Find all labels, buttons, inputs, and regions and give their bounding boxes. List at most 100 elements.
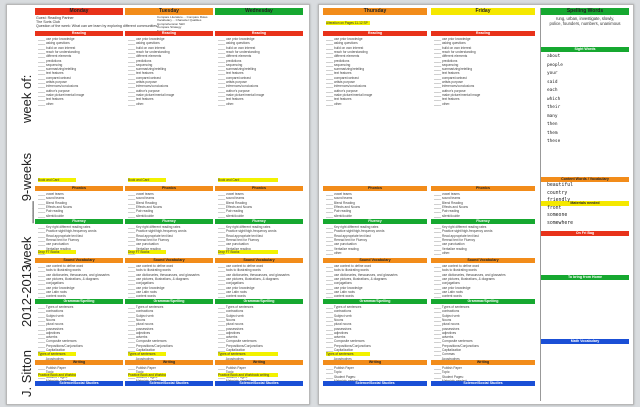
content-word: somewhere — [547, 220, 573, 226]
section-header: Sound Vocabulary — [125, 258, 213, 263]
highlighted-note: Types of sentences — [326, 352, 370, 356]
section-header: Science/Social Studies — [215, 381, 303, 386]
spelling-line-2: police, founders, numbers, unanimous — [549, 21, 621, 26]
section-header: Grammar/Spelling — [125, 299, 213, 304]
nine-weeks-label: ___9-weeks — [19, 152, 34, 223]
checklist-item: ____ other: — [38, 101, 55, 106]
checklist-item: ____ silent/double — [38, 213, 64, 218]
checklist-item: ____ other: — [128, 101, 145, 106]
vertical-title-strip: J. Sitton 2012-2013 week ___9-weeks week… — [7, 5, 34, 404]
checklist-item: ____ silent/double — [326, 213, 352, 218]
highlighted-note: Practice Book and Workbook writing — [128, 373, 166, 377]
checklist-item: ____ content words — [326, 294, 354, 299]
sidebar-section-header: On Fri Bag — [541, 231, 629, 236]
checklist-item: ____ other: — [326, 250, 343, 255]
sidebar-section-header: Sight Words — [541, 47, 629, 52]
sight-word: about — [547, 54, 561, 59]
sight-word: which — [547, 96, 561, 102]
section-header: Fluency — [125, 219, 213, 224]
content-word: beautiful — [547, 183, 573, 188]
content-word: front — [547, 205, 562, 211]
day-header-tuesday: Tuesday — [125, 8, 213, 15]
section-header: Grammar/Spelling — [431, 299, 535, 304]
sight-word: people — [547, 62, 563, 68]
highlighted-note: Drop FT Books — [128, 250, 166, 254]
checklist-item: ____ content words — [434, 294, 462, 299]
section-header: Science/Social Studies — [323, 381, 427, 386]
sight-word: your — [547, 71, 558, 76]
section-header: Writing — [125, 360, 213, 365]
section-header: Reading — [215, 31, 303, 36]
sight-word: them — [547, 130, 558, 136]
section-header: Grammar/Spelling — [323, 299, 427, 304]
right-planner-page: Thursday Friday Reading ____ use prior know… — [318, 4, 634, 405]
section-header: Reading — [35, 31, 123, 36]
day-header-wednesday: Wednesday — [215, 8, 303, 15]
section-header: Phonics — [125, 186, 213, 191]
section-header: Phonics — [215, 186, 303, 191]
section-header: Sound Vocabulary — [431, 258, 535, 263]
sidebar-section-header: Content Words / Vocabulary — [541, 177, 629, 182]
highlighted-note: Drop FT Books — [38, 250, 76, 254]
highlighted-note: Book and Card — [218, 178, 278, 182]
checklist-item: ____ content words — [128, 294, 156, 299]
checklist-item: ____ other: — [326, 101, 343, 106]
sight-word: their — [547, 105, 561, 110]
section-header: Fluency — [35, 219, 123, 224]
checklist-item: ____ silent/double — [218, 213, 244, 218]
section-header: Reading — [431, 31, 535, 36]
sight-word: said — [547, 79, 558, 85]
week-of-label: week of: — [19, 74, 34, 123]
highlighted-note: Practice Book and Workbook writing — [218, 373, 278, 377]
sight-word: many — [547, 113, 558, 119]
section-header: Science/Social Studies — [125, 381, 213, 386]
section-header: Sound Vocabulary — [215, 258, 303, 263]
left-planner-page: J. Sitton 2012-2013 week ___9-weeks week… — [6, 4, 310, 405]
checklist-item: ____ other: — [218, 101, 235, 106]
checklist-item: ____ silent/double — [128, 213, 154, 218]
checklist-item: ____ silent/double — [434, 213, 460, 218]
content-word: country — [547, 190, 568, 196]
section-header: Fluency — [215, 219, 303, 224]
day-header-friday: Friday — [431, 8, 535, 15]
spelling-words-title: Spelling Words — [541, 8, 629, 15]
highlighted-note: Types of sentences — [128, 352, 166, 356]
section-header: Science/Social Studies — [35, 381, 123, 386]
day-header-thursday: Thursday — [323, 8, 427, 15]
sidebar-section-header: Math Vocabulary — [541, 339, 629, 344]
checklist-item: ____ other: — [434, 250, 451, 255]
content-word: someone — [547, 213, 568, 218]
section-header: Writing — [35, 360, 123, 365]
section-header: Sound Vocabulary — [323, 258, 427, 263]
section-header: Grammar/Spelling — [215, 299, 303, 304]
school-year: 2012-2013 — [19, 264, 34, 327]
checklist-item: ____ content words — [38, 294, 66, 299]
section-header: Science/Social Studies — [431, 381, 535, 386]
section-header: Fluency — [323, 219, 427, 224]
highlighted-note: Alteration on Pages 11-12 SP — [326, 21, 370, 25]
highlighted-note: Types of sentences — [218, 352, 278, 356]
section-header: Phonics — [431, 186, 535, 191]
section-header: Phonics — [35, 186, 123, 191]
week-label: week — [19, 236, 34, 267]
section-header: Writing — [431, 360, 535, 365]
highlighted-note: Book and Card — [128, 178, 166, 182]
section-header: Reading — [125, 31, 213, 36]
day-header-monday: Monday — [35, 8, 123, 15]
section-header: Grammar/Spelling — [35, 299, 123, 304]
section-header: Writing — [323, 360, 427, 365]
highlighted-note: Book and Card — [38, 178, 76, 182]
section-header: Phonics — [323, 186, 427, 191]
checklist-item: ____ other: — [434, 101, 451, 106]
teacher-name: J. Sitton — [19, 350, 34, 397]
content-word: friendly — [547, 198, 571, 203]
highlighted-note: Drop FT Books — [218, 250, 278, 254]
sidebar-section-header: To bring from Home — [541, 275, 629, 280]
highlighted-note: Types of sentences — [38, 352, 76, 356]
section-header: Sound Vocabulary — [35, 258, 123, 263]
section-header: Fluency — [431, 219, 535, 224]
section-header: Writing — [215, 360, 303, 365]
highlighted-note: Practice Book and Workbook writing — [38, 373, 76, 377]
sight-word: each — [547, 88, 558, 93]
checklist-item: ____ content words — [218, 294, 246, 299]
